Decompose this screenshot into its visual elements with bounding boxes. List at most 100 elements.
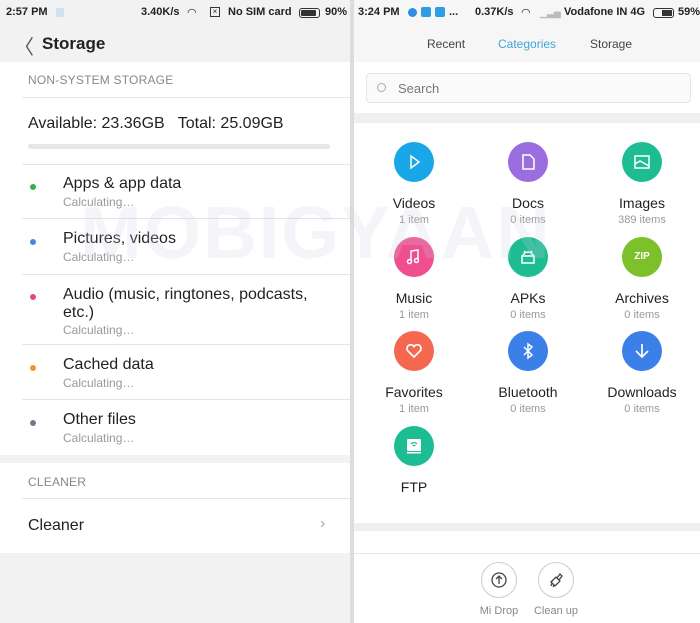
category-bluetooth[interactable]: Bluetooth 0 items (471, 331, 585, 415)
tab-categories[interactable]: Categories (498, 37, 556, 51)
storage-category-row[interactable]: Apps & app data Calculating… (0, 164, 350, 219)
category-name: Favorites (385, 384, 443, 400)
tab-storage[interactable]: Storage (590, 37, 632, 51)
carrier: Vodafone IN 4G (564, 6, 646, 18)
broom-icon (538, 562, 574, 598)
category-count: 0 items (510, 214, 546, 226)
zip-icon: ZIP (634, 251, 650, 262)
section-header: NON-SYSTEM STORAGE (28, 73, 174, 87)
document-icon (522, 154, 535, 170)
category-ftp[interactable]: FTP (357, 425, 471, 495)
sim-status: No SIM card (228, 6, 292, 18)
download-icon (635, 344, 649, 359)
status-time: 3:24 PM (358, 6, 400, 18)
category-icon (508, 236, 548, 277)
category-label: Cached data (63, 356, 154, 373)
cleaner-label: Cleaner (28, 517, 85, 534)
category-name: Videos (392, 195, 436, 211)
category-count: 0 items (510, 308, 546, 321)
category-icon (508, 142, 548, 182)
storage-category-row[interactable]: Pictures, videos Calculating… (0, 219, 350, 275)
clean-up-button[interactable]: Clean up (521, 562, 591, 617)
category-label: Apps & app data (63, 175, 182, 192)
category-name: Images (619, 195, 665, 211)
storage-category-row[interactable]: Other files Calculating… (0, 400, 350, 455)
category-icon (508, 331, 548, 371)
category-color-dot (30, 239, 36, 245)
category-apks[interactable]: APKs 0 items (471, 236, 585, 321)
category-name: Docs (512, 195, 544, 211)
ftp-icon (407, 438, 421, 453)
category-color-dot (30, 420, 36, 426)
battery-level: 90% (325, 6, 348, 18)
storage-summary: Available: 23.36GB Total: 25.09GB (28, 115, 284, 132)
network-speed: 0.37K/s (475, 6, 514, 18)
category-docs[interactable]: Docs 0 items (471, 142, 585, 226)
category-label: Audio (music, ringtones, podcasts, etc.) (63, 286, 308, 321)
category-downloads[interactable]: Downloads 0 items (585, 331, 699, 415)
category-status: Calculating… (63, 250, 135, 264)
category-images[interactable]: Images 389 items (585, 142, 699, 226)
status-time: 2:57 PM (6, 6, 48, 18)
category-color-dot (30, 365, 36, 371)
storage-section: NON-SYSTEM STORAGE Available: 23.36GB To… (0, 62, 350, 455)
category-count: 0 items (624, 403, 660, 415)
battery-icon (653, 8, 674, 18)
file-manager-panel: 3:24 PM ... 0.37K/s ◠ ▁▃▅ Vodafone IN 4G… (354, 0, 700, 623)
storage-category-row[interactable]: Cached data Calculating… (0, 345, 350, 400)
music-icon (406, 248, 420, 264)
notification-icon (56, 8, 64, 17)
category-label: Pictures, videos (63, 230, 176, 247)
category-count: 0 items (624, 308, 660, 321)
bottom-action-label: Clean up (533, 605, 579, 617)
category-count: 0 items (510, 403, 546, 415)
category-icon (622, 142, 662, 182)
messenger-icon (408, 8, 417, 17)
signal-icon: ▁▃▅ (540, 8, 561, 18)
cleaner-row[interactable]: Cleaner › (0, 499, 350, 553)
category-status: Calculating… (63, 376, 135, 390)
category-color-dot (30, 294, 36, 300)
category-archives[interactable]: ZIP Archives 0 items (585, 236, 699, 321)
category-status: Calculating… (63, 431, 135, 445)
category-count: 1 item (399, 308, 429, 321)
more-notifications: ... (449, 6, 459, 18)
twitter-icon (421, 7, 431, 17)
back-icon[interactable]: 〈 (14, 31, 34, 60)
wifi-icon: ◠ (521, 7, 531, 19)
storage-category-row[interactable]: Audio (music, ringtones, podcasts, etc.)… (0, 275, 350, 345)
category-icon (394, 142, 434, 182)
image-icon (634, 155, 650, 169)
storage-settings-panel: 2:57 PM 3.40K/s ◠ × No SIM card 90% 〈 St… (0, 0, 350, 623)
category-color-dot (30, 184, 36, 190)
category-icon (394, 425, 434, 466)
tab-recent[interactable]: Recent (427, 37, 465, 51)
category-music[interactable]: Music 1 item (357, 236, 471, 321)
storage-usage-bar (28, 144, 330, 149)
chevron-right-icon: › (320, 515, 326, 532)
category-count: 389 items (618, 214, 666, 226)
bluetooth-icon (523, 342, 534, 360)
category-count: 1 item (399, 403, 429, 415)
section-header: CLEANER (28, 475, 87, 489)
search-icon (377, 83, 386, 92)
category-name: APKs (510, 289, 546, 306)
heart-icon (406, 343, 422, 359)
page-title: Storage (42, 34, 106, 53)
category-favorites[interactable]: Favorites 1 item (357, 331, 471, 415)
category-status: Calculating… (63, 323, 135, 337)
twitter-icon (435, 7, 445, 17)
category-name: FTP (400, 478, 428, 495)
network-speed: 3.40K/s (141, 6, 180, 18)
category-icon (394, 331, 434, 371)
category-count: 1 item (399, 214, 429, 226)
category-label: Other files (63, 411, 136, 428)
category-icon (394, 236, 434, 277)
category-name: Bluetooth (498, 384, 558, 400)
category-icon (622, 331, 662, 371)
category-name: Music (395, 289, 433, 306)
category-name: Downloads (607, 384, 677, 400)
no-sim-icon: × (210, 7, 220, 17)
search-input[interactable]: Search (366, 73, 691, 103)
category-videos[interactable]: Videos 1 item (357, 142, 471, 226)
